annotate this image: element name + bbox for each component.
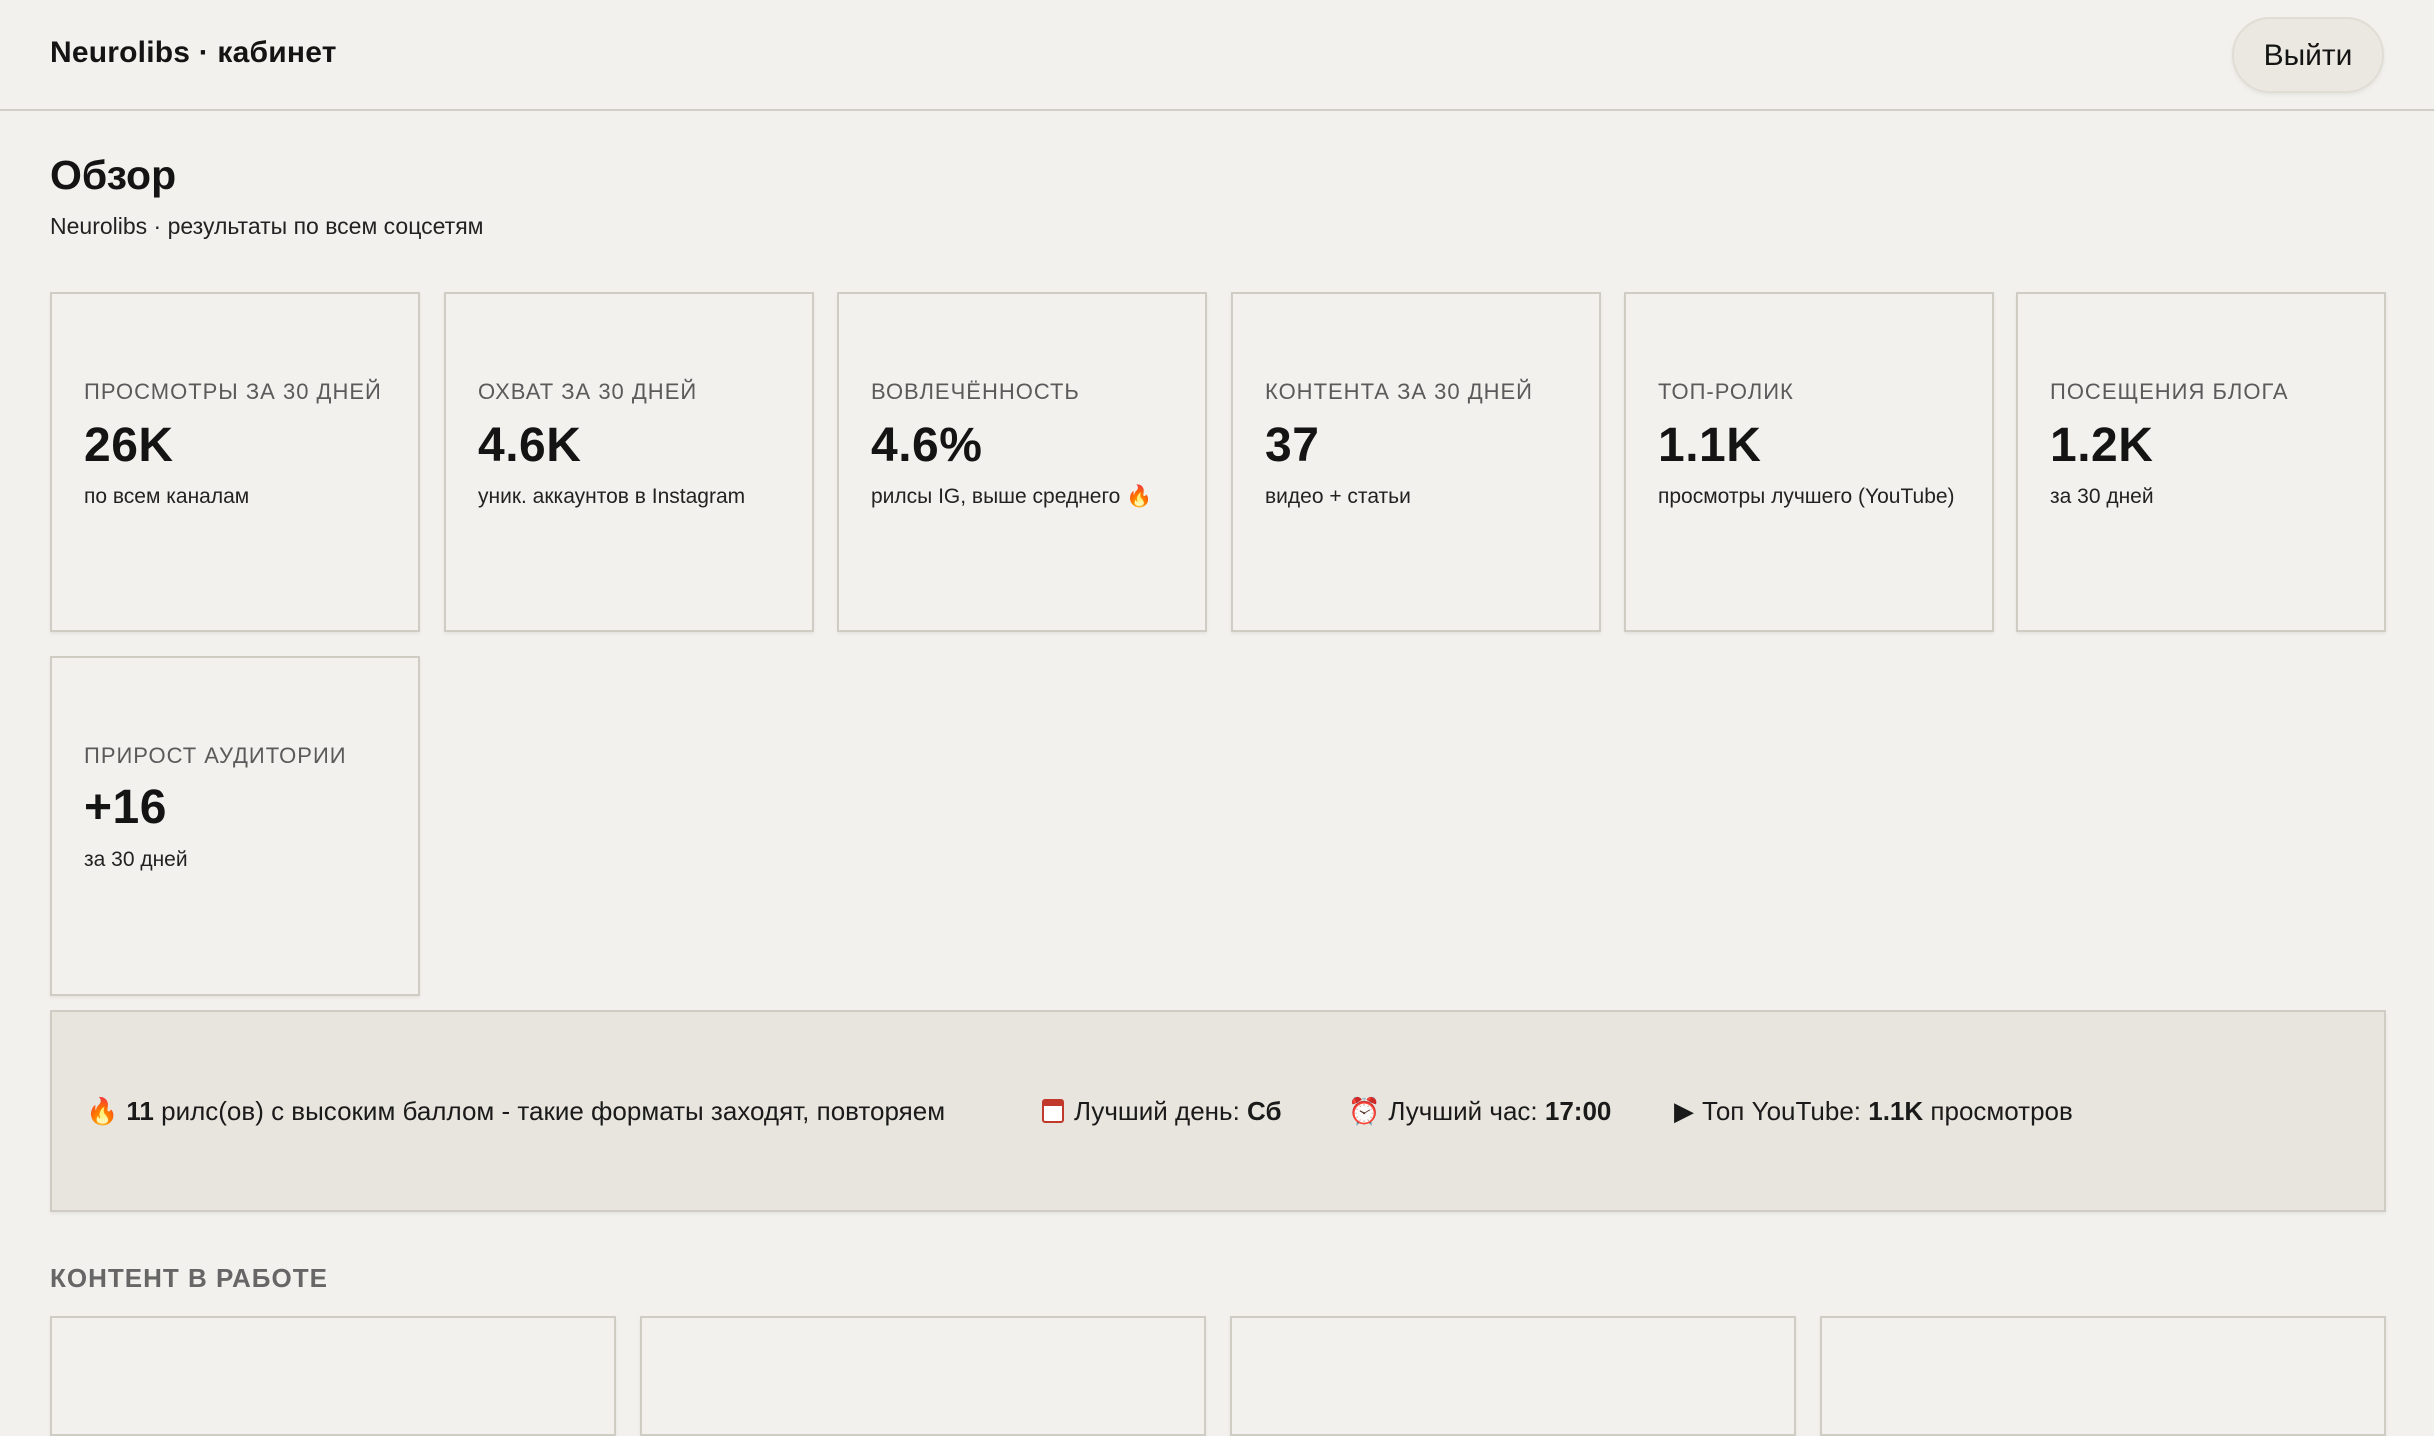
reels-count: 11 [126,1096,154,1126]
stat-card-reach: Охват за 30 дней 4.6K уник. аккаунтов в … [444,292,814,632]
stat-label: Охват за 30 дней [478,379,698,404]
stat-note: просмотры лучшего (YouTube) [1658,485,1955,508]
stat-value: 4.6K [478,419,582,472]
section-title-content-in-progress: КОНТЕНТ В РАБОТЕ [50,1263,328,1293]
play-icon: ▶ [1674,1096,1694,1126]
content-card[interactable] [50,1316,616,1436]
stat-label: Топ-ролик [1658,379,1794,404]
stat-note: видео + статьи [1265,485,1411,508]
stat-card-blog-visits: Посещения блога 1.2K за 30 дней [2016,292,2386,632]
brand-title: Neurolibs · кабинет [50,36,337,69]
alarm-clock-icon: ⏰ [1348,1096,1381,1126]
insight-top-youtube: ▶ Топ YouTube: 1.1K просмотров [1674,1096,2073,1127]
top-youtube-label: Топ YouTube: [1702,1096,1862,1126]
stat-label: Прирост аудитории [84,743,347,768]
stat-value: +16 [84,781,167,834]
best-day-value: Сб [1247,1096,1282,1126]
content-card[interactable] [1820,1316,2386,1436]
insights-banner: 🔥 11 рилс(ов) с высоким баллом - такие фо… [50,1010,2386,1212]
stat-value: 4.6% [871,419,983,472]
insight-best-hour: ⏰ Лучший час: 17:00 [1348,1096,1611,1127]
stat-card-engagement: Вовлечённость 4.6% рилсы IG, выше средне… [837,292,1207,632]
stat-label: Вовлечённость [871,379,1080,404]
stat-value: 37 [1265,419,1320,472]
page-subtitle: Neurolibs · результаты по всем соцсетям [50,213,484,239]
stat-card-top-video: Топ-ролик 1.1K просмотры лучшего (YouTub… [1624,292,1994,632]
content-card[interactable] [1230,1316,1796,1436]
insight-reels: 🔥 11 рилс(ов) с высоким баллом - такие фо… [86,1096,945,1127]
top-youtube-value: 1.1K [1868,1096,1924,1126]
best-hour-label: Лучший час: [1388,1096,1538,1126]
stat-note: рилсы IG, выше среднего 🔥 [871,485,1153,508]
logout-button[interactable]: Выйти [2232,17,2384,93]
best-hour-value: 17:00 [1544,1096,1612,1126]
stat-label: Контента за 30 дней [1265,379,1533,404]
stat-label: Просмотры за 30 дней [84,379,382,404]
stat-label: Посещения блога [2050,379,2289,404]
stat-value: 1.1K [1658,419,1762,472]
top-bar: Neurolibs · кабинет Выйти [0,0,2434,111]
best-day-label: Лучший день: [1074,1096,1240,1126]
stat-card-content: Контента за 30 дней 37 видео + статьи [1231,292,1601,632]
reels-text: рилс(ов) с высоким баллом - такие формат… [161,1096,946,1126]
page-title: Обзор [50,152,177,198]
stat-card-views: Просмотры за 30 дней 26K по всем каналам [50,292,420,632]
stat-card-audience-growth: Прирост аудитории +16 за 30 дней [50,656,420,996]
stat-note: уник. аккаунтов в Instagram [478,485,746,508]
content-card[interactable] [640,1316,1206,1436]
top-youtube-suffix: просмотров [1930,1096,2073,1126]
stat-note: за 30 дней [2050,485,2154,508]
stat-value: 26K [84,419,174,472]
fire-icon: 🔥 [86,1096,119,1126]
stat-note: за 30 дней [84,848,188,871]
stat-note: по всем каналам [84,485,250,508]
insight-best-day: Лучший день: Сб [1042,1096,1282,1127]
stat-value: 1.2K [2050,419,2154,472]
calendar-icon [1042,1099,1064,1123]
